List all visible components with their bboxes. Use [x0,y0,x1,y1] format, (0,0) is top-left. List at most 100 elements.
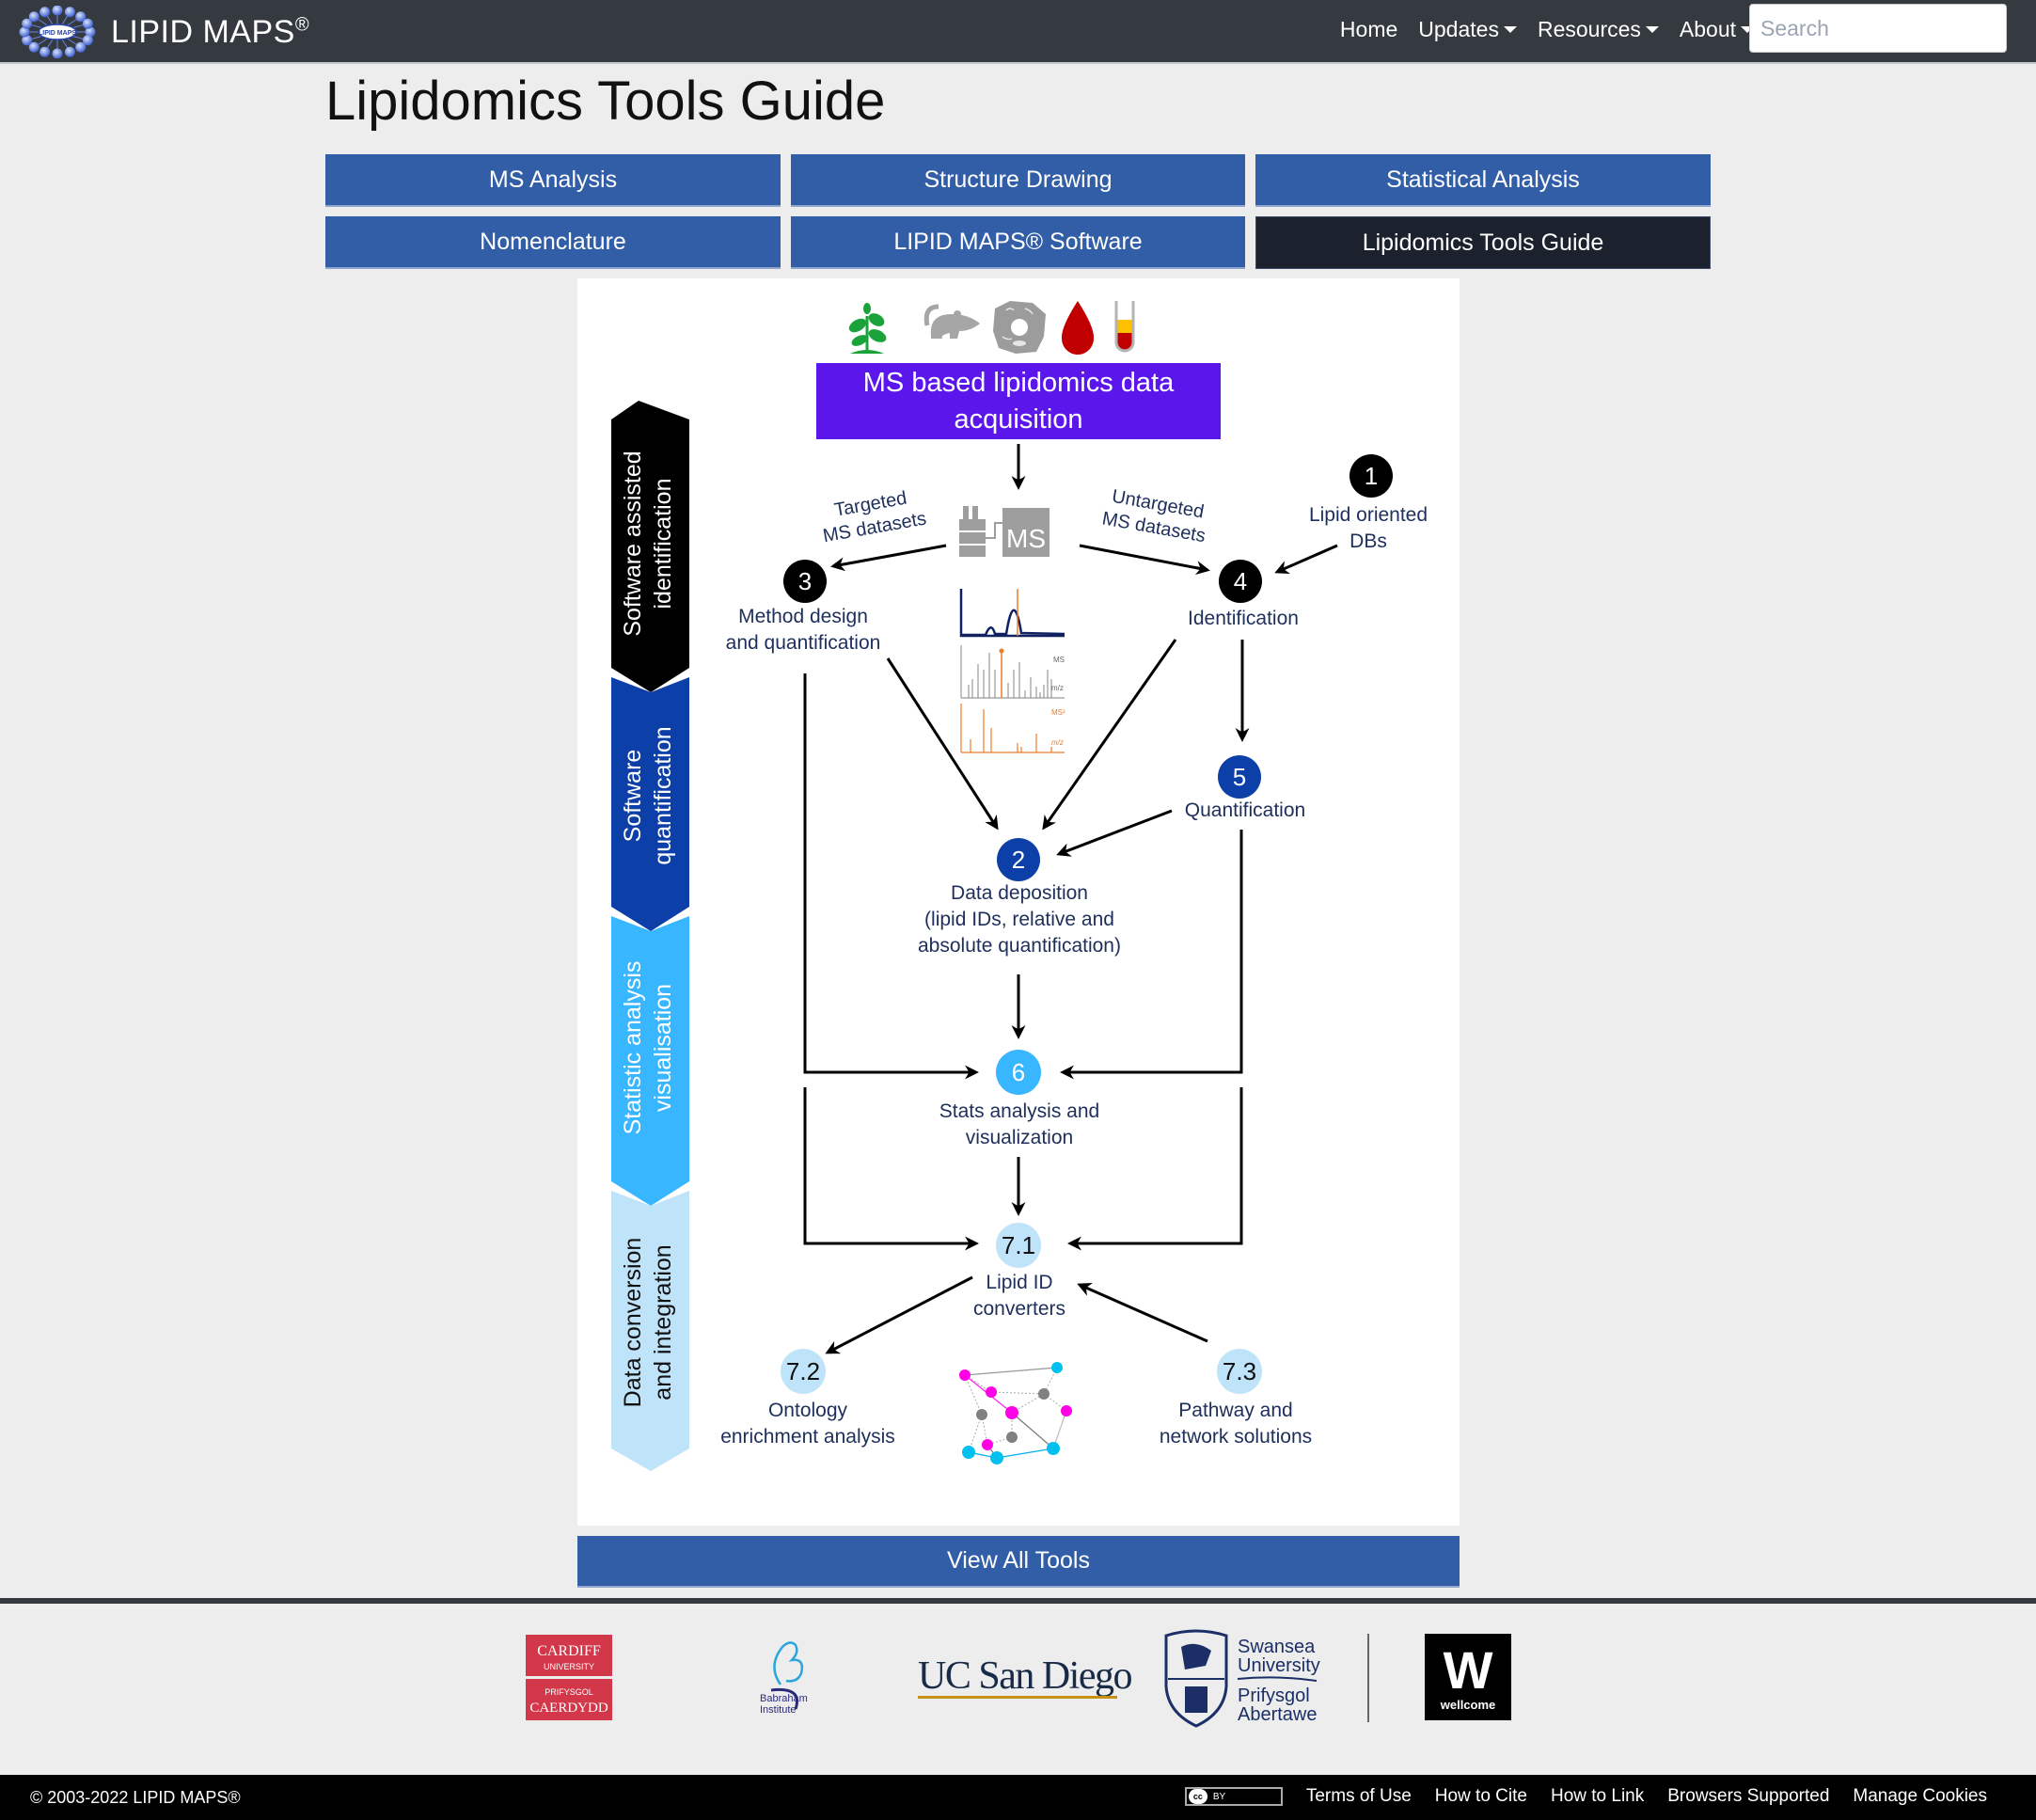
node-7-2-number: 7.2 [786,1357,820,1385]
node-71-label: Lipid ID converters [972,1272,1066,1320]
tile-nomenclature[interactable]: Nomenclature [325,216,781,269]
arrow-71-to-72 [825,1275,973,1354]
logo-bead [52,6,63,16]
footer-link-cookies[interactable]: Manage Cookies [1853,1786,1987,1807]
tile-lipidomics-tools-guide[interactable]: Lipidomics Tools Guide [1255,216,1711,269]
logo-bead [52,48,63,58]
logo-bead [28,11,39,23]
svg-text:CAERDYDD: CAERDYDD [529,1701,608,1716]
brand-link[interactable]: LIPID MAPS LIPID MAPS® [19,6,309,58]
nav-about-dropdown[interactable]: About [1680,17,1754,42]
uc-san-diego-logo[interactable]: UC San Diego [918,1654,1133,1699]
view-all-tools-button[interactable]: View All Tools [577,1536,1460,1588]
svg-text:UC San Diego: UC San Diego [918,1654,1131,1698]
nav-resources-dropdown[interactable]: Resources [1538,17,1659,42]
copyright-text: © 2003-2022 LIPID MAPS® [30,1788,241,1807]
arrow-73-to-71 [1077,1282,1208,1343]
node-1-label: Lipid oriented DBs [1308,504,1428,552]
node-3-number: 3 [798,567,812,595]
top-navbar: LIPID MAPS LIPID MAPS® Home Updates Reso… [0,0,2036,64]
svg-text:MS: MS [1053,656,1065,664]
stage-label-quantification: Software quantification [620,726,676,865]
footer-bar: © 2003-2022 LIPID MAPS® cc BY Terms of U… [0,1775,2036,1820]
stage-label-conversion: Data conversion and integration [620,1237,676,1408]
logo-bead [39,46,51,57]
node-3-label: Method design and quantification [725,606,881,654]
tile-ms-analysis[interactable]: MS Analysis [325,154,781,207]
stage-label-identification: Software assisted identification [620,451,676,637]
node-73-label: Pathway and network solutions [1159,1400,1313,1448]
page-title: Lipidomics Tools Guide [325,71,886,132]
ms-instrument-icon: MS [959,506,1050,557]
svg-text:UNIVERSITY: UNIVERSITY [544,1662,594,1671]
plant-icon [848,303,887,354]
arrow-5-to-2 [1056,809,1173,857]
node-6-label: Stats analysis and visualization [939,1100,1100,1148]
svg-text:Swansea: Swansea [1238,1637,1316,1657]
svg-text:University: University [1238,1655,1320,1676]
mouse-icon [923,304,980,339]
node-72-label: Ontology enrichment analysis [720,1400,895,1448]
blood-drop-icon [1061,301,1095,355]
partner-logos: CARDIFF UNIVERSITY PRIFYSGOL CAERDYDD Ba… [0,1604,2036,1775]
caret-down-icon [1645,25,1659,33]
babraham-institute-logo[interactable]: Babraham Institute [760,1641,808,1716]
arrow-4-to-2 [1042,639,1177,831]
svg-text:CARDIFF: CARDIFF [537,1643,601,1659]
arrow-ms-to-3 [830,544,947,572]
nav-menu: Home Updates Resources About [1319,0,1754,58]
node-7-1-number: 7.1 [1002,1231,1035,1259]
tile-lipid-maps-software[interactable]: LIPID MAPS® Software [791,216,1245,269]
node-4-number: 4 [1234,567,1247,595]
brand-name: LIPID MAPS® [111,13,310,50]
svg-text:W: W [1444,1640,1493,1700]
svg-text:m/z: m/z [1051,738,1064,747]
svg-text:PRIFYSGOL: PRIFYSGOL [545,1687,593,1697]
arrow-ms-to-4 [1079,544,1210,576]
ms2-spectrum-icon: MS² m/z [960,704,1065,753]
cc-by-license-badge[interactable]: cc BY [1184,1787,1283,1806]
creative-commons-icon: cc [1188,1789,1207,1804]
svg-text:wellcome: wellcome [1440,1698,1496,1712]
chromatogram-icon [959,589,1065,638]
lipidomics-workflow-diagram: MS MS m/z MS² m/z 1 3 4 5 2 6 7.1 7.2 7.… [577,278,1460,1526]
search-input[interactable] [1749,4,2007,53]
node-5-label: Quantification [1184,799,1306,821]
node-1-number: 1 [1365,462,1378,490]
stage-label-statistics: Statistic analysis visualisation [620,960,676,1135]
node-2-label: Data deposition (lipid IDs, relative and a… [918,882,1121,957]
wellcome-logo[interactable]: W wellcome [1425,1634,1511,1720]
node-2-number: 2 [1012,846,1025,874]
footer-links: cc BY Terms of Use How to Cite How to Li… [1184,1786,1987,1807]
cardiff-university-logo[interactable]: CARDIFF UNIVERSITY PRIFYSGOL CAERDYDD [526,1635,612,1720]
footer-link-browsers[interactable]: Browsers Supported [1667,1786,1829,1807]
footer-link-terms[interactable]: Terms of Use [1306,1786,1412,1807]
lipid-maps-logo-icon: LIPID MAPS [19,6,96,58]
svg-text:MS²: MS² [1051,708,1065,717]
caret-down-icon [1503,25,1517,33]
logo-bead [64,7,75,18]
acquisition-box-label: MS based lipidomics data acquisition [862,368,1175,435]
logo-bead [75,41,87,53]
tile-structure-drawing[interactable]: Structure Drawing [791,154,1245,207]
arrow-3-to-2 [886,657,999,831]
node-6-number: 6 [1012,1058,1025,1086]
svg-text:m/z: m/z [1051,684,1064,692]
network-graph-icon [959,1362,1072,1464]
tile-statistical-analysis[interactable]: Statistical Analysis [1255,154,1711,207]
ms-spectrum-icon: MS m/z [960,645,1065,699]
svg-text:Prifysgol: Prifysgol [1238,1685,1310,1706]
nav-updates-dropdown[interactable]: Updates [1418,17,1517,42]
svg-text:LIPID MAPS: LIPID MAPS [39,30,76,37]
footer-link-link[interactable]: How to Link [1551,1786,1644,1807]
logo-bead [39,7,51,18]
footer-link-cite[interactable]: How to Cite [1435,1786,1527,1807]
nav-home[interactable]: Home [1340,17,1397,42]
node-5-number: 5 [1233,763,1246,791]
logo-bead [64,46,75,57]
swansea-university-logo[interactable]: Swansea University Prifysgol Abertawe [1164,1629,1320,1728]
svg-text:Babraham: Babraham [760,1693,808,1704]
logo-bead [82,18,93,29]
node-4-label: Identification [1188,608,1299,629]
arrow-3-to-6 [803,673,979,1080]
